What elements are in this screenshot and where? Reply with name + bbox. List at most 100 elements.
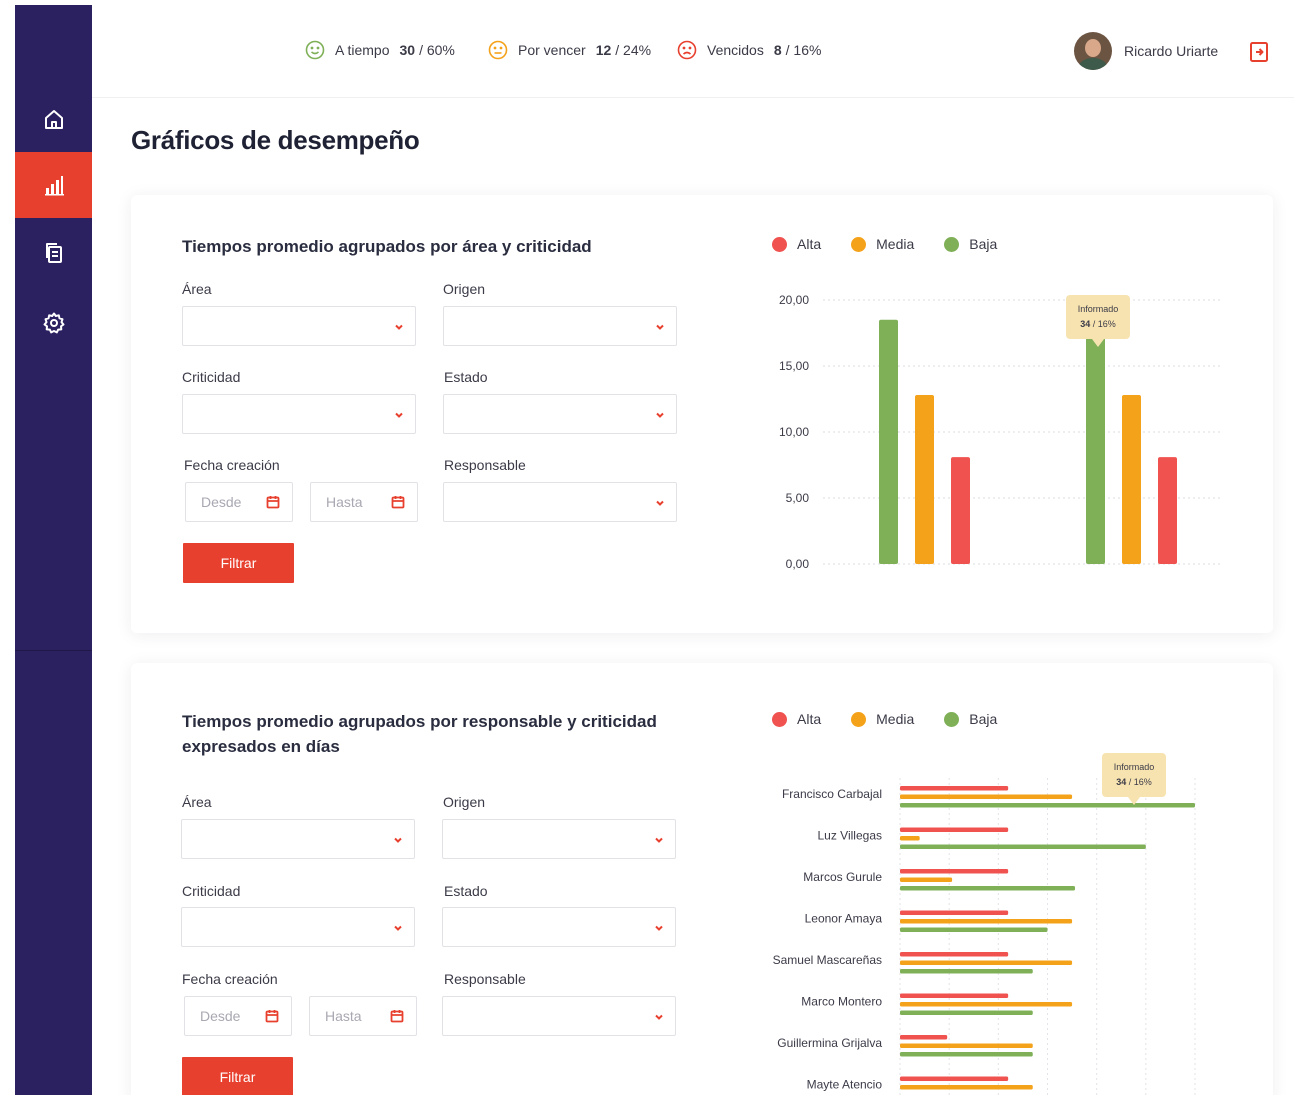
legend-dot [772, 711, 787, 727]
logout-icon[interactable] [1247, 40, 1271, 64]
estado-select[interactable] [443, 394, 677, 434]
legend-item-baja: Baja [944, 236, 997, 252]
chevron-down-icon [656, 324, 664, 330]
hasta-placeholder: Hasta [326, 494, 363, 510]
chevron-down-icon [655, 837, 663, 843]
page-title: Gráficos de desempeño [131, 125, 420, 155]
stat-por-vencer: Por vencer 12 / 24% [488, 40, 651, 60]
criticidad-label: Criticidad [182, 883, 241, 899]
legend-dot [772, 236, 787, 252]
bar-alta[interactable] [900, 869, 1009, 874]
bar-media[interactable] [900, 1085, 1033, 1090]
area-select[interactable] [182, 306, 416, 346]
user-menu[interactable]: Ricardo Uriarte [1074, 32, 1218, 70]
stat-label: Por vencer [518, 42, 586, 58]
criticidad-select[interactable] [181, 907, 415, 947]
responsable-label: Responsable [444, 971, 526, 987]
tooltip-title: Informado [1077, 304, 1119, 314]
chart-legend: Alta Media Baja [772, 236, 1027, 252]
bar-baja[interactable] [900, 803, 1195, 808]
legend-label: Alta [797, 711, 822, 727]
bar-media[interactable] [900, 919, 1073, 924]
legend-label: Baja [969, 236, 998, 252]
card-title: Tiempos promedio agrupados por responsab… [182, 712, 657, 756]
sidebar-item-settings[interactable] [15, 290, 92, 356]
bar-alta[interactable] [900, 1076, 1009, 1082]
bar-media[interactable] [1122, 395, 1141, 564]
bar-baja[interactable] [879, 319, 898, 564]
filtrar-button[interactable]: Filtrar [183, 543, 294, 583]
stat-label: A tiempo [335, 42, 390, 58]
bar-baja[interactable] [900, 1010, 1033, 1016]
category-label: Mayte Atencio [807, 1078, 883, 1092]
legend-item-alta: Alta [772, 236, 821, 252]
origen-select[interactable] [442, 819, 676, 859]
origen-label: Origen [443, 281, 486, 297]
stat-count: 12 [595, 42, 612, 58]
tooltip-pct: / 16% [1128, 777, 1152, 787]
y-tick-label: 5,00 [786, 491, 810, 505]
stat-count: 30 [399, 42, 416, 58]
desde-date-input[interactable]: Desde [185, 482, 293, 522]
calendar-icon [391, 496, 405, 509]
desde-date-input[interactable]: Desde [184, 996, 292, 1036]
criticidad-select[interactable] [182, 394, 416, 434]
bar-media[interactable] [900, 794, 1073, 800]
bar-media[interactable] [900, 1043, 1033, 1049]
bar-media[interactable] [900, 1002, 1073, 1007]
bar-media[interactable] [900, 877, 953, 883]
stat-pct: / 24% [615, 42, 652, 58]
hasta-date-input[interactable]: Hasta [309, 996, 417, 1036]
bar-baja[interactable] [900, 927, 1048, 933]
hasta-date-input[interactable]: Hasta [310, 482, 418, 522]
chevron-down-icon [395, 412, 403, 418]
bar-alta[interactable] [900, 993, 1009, 999]
bar-baja[interactable] [900, 844, 1146, 850]
bar-baja[interactable] [1086, 319, 1105, 564]
y-tick-label: 0,00 [786, 557, 810, 571]
desde-placeholder: Desde [200, 1008, 241, 1024]
bar-baja[interactable] [900, 969, 1033, 974]
filtrar-button[interactable]: Filtrar [182, 1057, 293, 1095]
responsable-select[interactable] [442, 996, 676, 1036]
sad-face-icon [677, 40, 697, 60]
bar-alta[interactable] [951, 457, 970, 564]
category-label: Francisco Carbajal [782, 787, 882, 801]
vertical-bar-chart: 0,00 5,00 10,00 15,00 20,00 [779, 293, 1221, 571]
tooltip-pct: / 16% [1092, 319, 1116, 329]
responsable-select[interactable] [443, 482, 677, 522]
category-label: Leonor Amaya [805, 912, 883, 926]
stat-pct: / 16% [785, 42, 822, 58]
y-tick-label: 20,00 [779, 293, 809, 307]
calendar-icon [266, 496, 280, 509]
category-label: Luz Villegas [818, 829, 883, 843]
bar-alta[interactable] [900, 952, 1009, 957]
bar-alta[interactable] [900, 1035, 948, 1040]
home-icon [44, 110, 63, 129]
area-label: Área [182, 281, 212, 297]
bar-alta[interactable] [900, 786, 1009, 791]
desde-placeholder: Desde [201, 494, 242, 510]
sidebar-item-home[interactable] [15, 87, 92, 153]
category-label: Guillermina Grijalva [777, 1036, 882, 1050]
area-select[interactable] [181, 819, 415, 859]
y-tick-label: 15,00 [779, 359, 809, 373]
legend-item-baja: Baja [944, 711, 997, 727]
bar-media[interactable] [900, 960, 1073, 966]
category-label: Marcos Gurule [803, 870, 882, 884]
legend-item-media: Media [851, 711, 914, 727]
estado-select[interactable] [442, 907, 676, 947]
origen-select[interactable] [443, 306, 677, 346]
bar-media[interactable] [915, 395, 934, 564]
bar-alta[interactable] [1158, 457, 1177, 564]
origen-label: Origen [443, 794, 486, 810]
bar-alta[interactable] [900, 910, 1009, 916]
bar-baja[interactable] [900, 886, 1076, 891]
bar-alta[interactable] [900, 827, 1009, 833]
tooltip-title: Informado [1113, 762, 1155, 772]
legend-dot [851, 236, 867, 252]
sidebar-item-documents[interactable] [15, 220, 92, 286]
bar-baja[interactable] [900, 1052, 1033, 1057]
sidebar-item-charts[interactable] [15, 152, 92, 218]
bar-media[interactable] [900, 836, 920, 841]
